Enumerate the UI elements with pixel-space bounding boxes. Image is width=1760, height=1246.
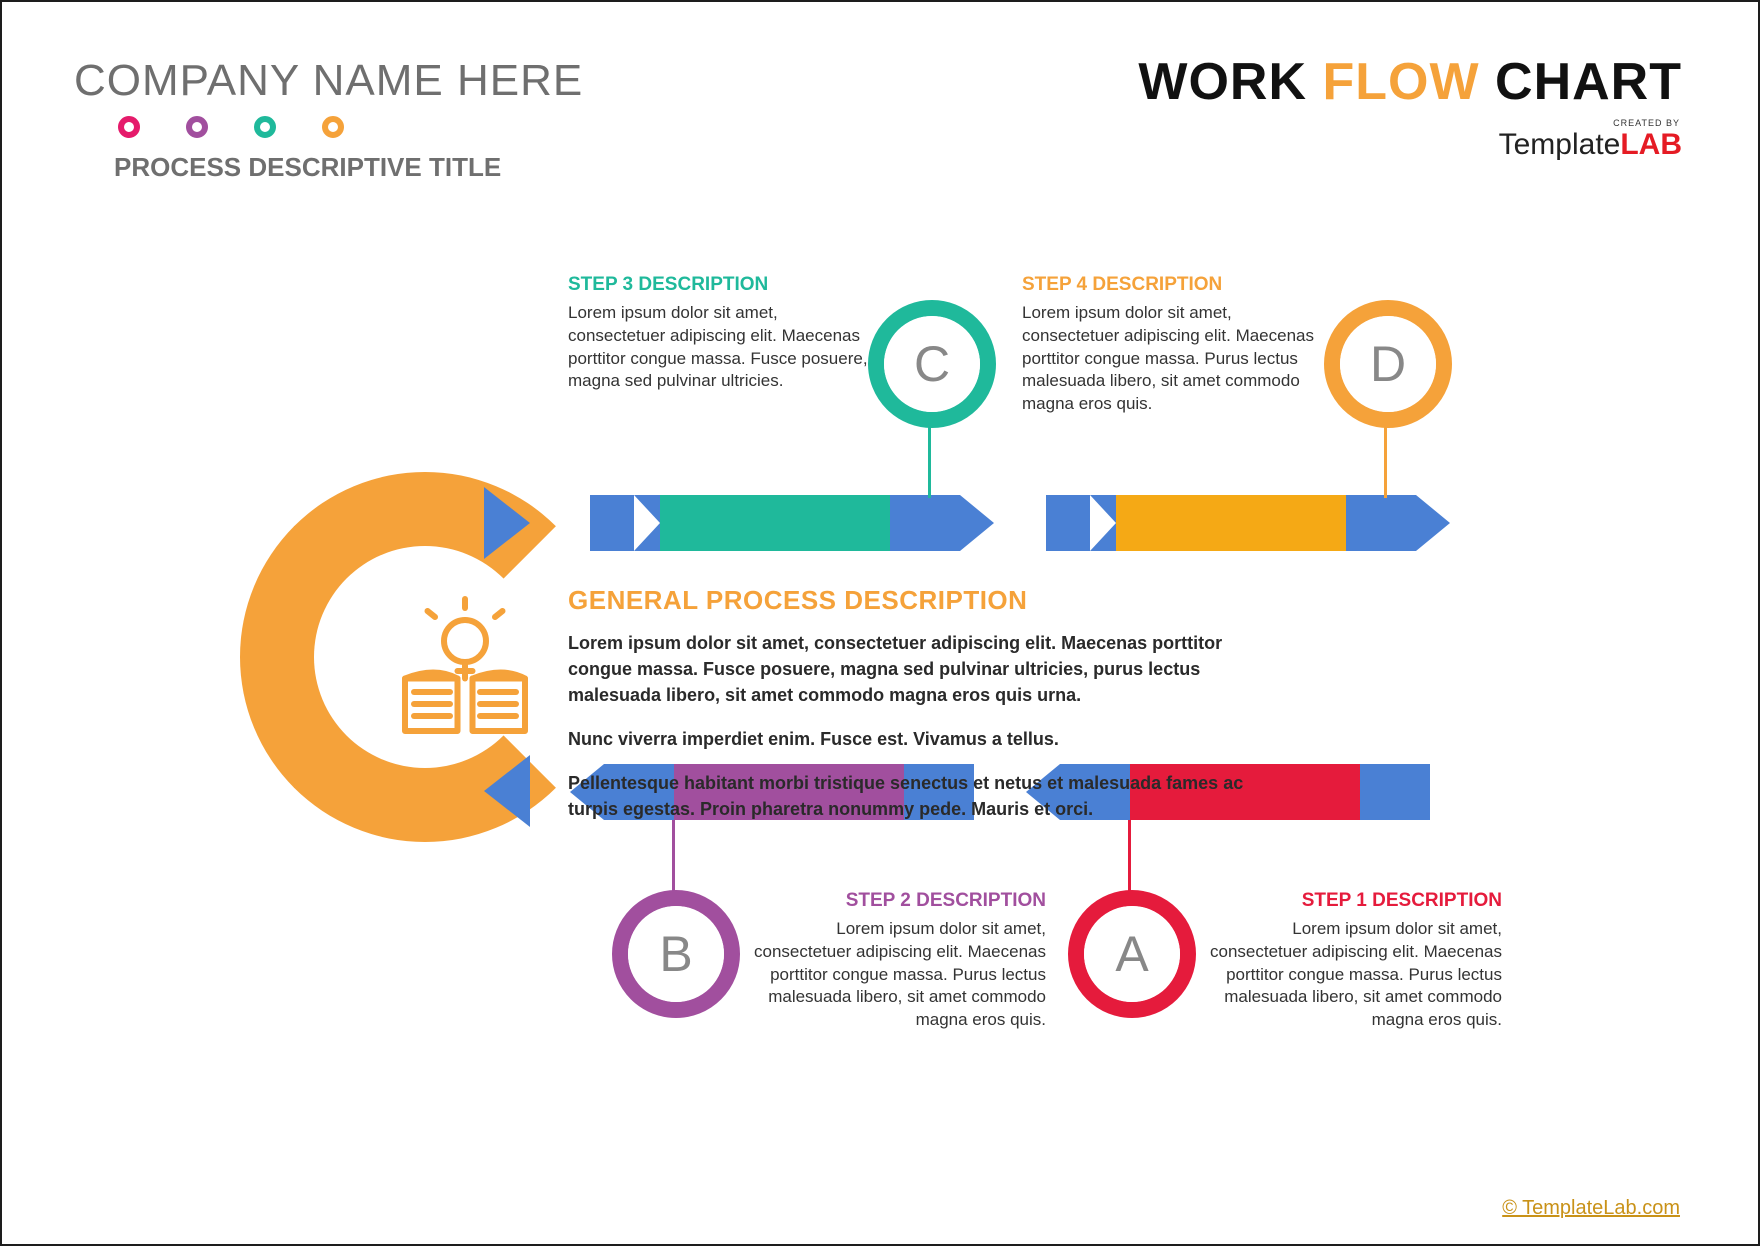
- dot-pink: [118, 116, 140, 138]
- step-c-title: STEP 3 DESCRIPTION: [568, 272, 868, 298]
- badge-d-outer: D: [1324, 300, 1452, 428]
- header-left: COMPANY NAME HERE PROCESS DESCRIPTIVE TI…: [74, 56, 614, 183]
- work-flow-chart-title: WORK FLOW CHART: [1138, 52, 1682, 112]
- header-right: WORK FLOW CHART CREATED BY TemplateLAB: [1138, 52, 1682, 162]
- process-subtitle: PROCESS DESCRIPTIVE TITLE: [114, 152, 614, 183]
- center-p3: Pellentesque habitant morbi tristique se…: [568, 770, 1288, 822]
- step-b-block: STEP 2 DESCRIPTION Lorem ipsum dolor sit…: [746, 888, 1046, 1032]
- arrow-bar-top-right: [1046, 495, 1450, 551]
- step-a-title: STEP 1 DESCRIPTION: [1202, 888, 1502, 914]
- dot-teal: [254, 116, 276, 138]
- templatelab-logo: CREATED BY TemplateLAB: [1138, 118, 1682, 162]
- step-d-body: Lorem ipsum dolor sit amet, consectetuer…: [1022, 302, 1322, 417]
- book-lightbulb-icon: [390, 596, 540, 751]
- company-name: COMPANY NAME HERE: [74, 56, 614, 106]
- center-p1: Lorem ipsum dolor sit amet, consectetuer…: [568, 630, 1288, 708]
- step-c-body: Lorem ipsum dolor sit amet, consectetuer…: [568, 302, 868, 394]
- title-word-3: CHART: [1495, 53, 1682, 111]
- dot-purple: [186, 116, 208, 138]
- badge-a: A: [1084, 906, 1180, 1002]
- step-c-block: STEP 3 DESCRIPTION Lorem ipsum dolor sit…: [568, 272, 868, 393]
- stem-d: [1384, 422, 1387, 498]
- logo-lab-text: LAB: [1620, 128, 1682, 161]
- center-title: GENERAL PROCESS DESCRIPTION: [568, 582, 1288, 620]
- dot-orange: [322, 116, 344, 138]
- badge-a-outer: A: [1068, 890, 1196, 1018]
- badge-d: D: [1340, 316, 1436, 412]
- curve-arrow-bottom: [484, 755, 530, 827]
- badge-c: C: [884, 316, 980, 412]
- badge-b-outer: B: [612, 890, 740, 1018]
- step-d-block: STEP 4 DESCRIPTION Lorem ipsum dolor sit…: [1022, 272, 1322, 416]
- center-p2: Nunc viverra imperdiet enim. Fusce est. …: [568, 726, 1288, 752]
- footer-link[interactable]: © TemplateLab.com: [1502, 1197, 1680, 1220]
- curve-arrow-top: [484, 487, 530, 559]
- title-word-2: FLOW: [1323, 53, 1480, 111]
- stem-c: [928, 422, 931, 498]
- page-canvas: COMPANY NAME HERE PROCESS DESCRIPTIVE TI…: [0, 0, 1760, 1246]
- step-a-block: STEP 1 DESCRIPTION Lorem ipsum dolor sit…: [1202, 888, 1502, 1032]
- step-b-body: Lorem ipsum dolor sit amet, consectetuer…: [746, 918, 1046, 1033]
- step-d-title: STEP 4 DESCRIPTION: [1022, 272, 1322, 298]
- logo-created-by: CREATED BY: [1138, 118, 1680, 128]
- dot-row: [118, 116, 614, 138]
- title-word-1: WORK: [1138, 53, 1307, 111]
- center-description: GENERAL PROCESS DESCRIPTION Lorem ipsum …: [568, 582, 1288, 840]
- step-b-title: STEP 2 DESCRIPTION: [746, 888, 1046, 914]
- logo-template-text: Template: [1499, 128, 1621, 161]
- step-a-body: Lorem ipsum dolor sit amet, consectetuer…: [1202, 918, 1502, 1033]
- badge-b: B: [628, 906, 724, 1002]
- badge-c-outer: C: [868, 300, 996, 428]
- arrow-bar-top-left: [590, 495, 994, 551]
